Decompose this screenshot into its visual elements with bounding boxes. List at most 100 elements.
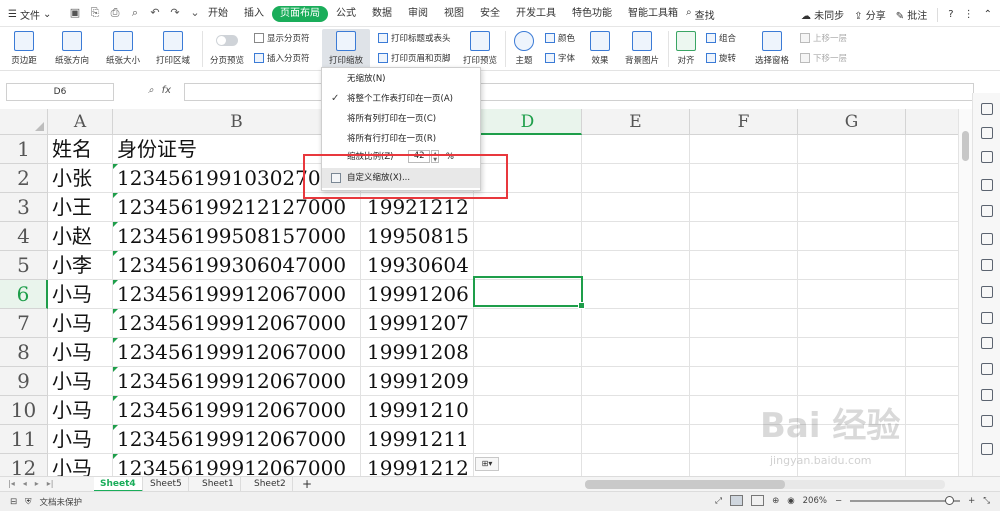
properties-icon[interactable] — [981, 286, 993, 298]
zoom-out-icon[interactable]: − — [835, 496, 842, 506]
status-settings-icon[interactable]: ⊟ — [10, 497, 17, 507]
table-cell[interactable]: 小马 — [48, 425, 113, 454]
more-options-icon[interactable]: ⋮ — [964, 9, 974, 20]
tab-home[interactable]: 开始 — [200, 6, 236, 22]
sheet-tab-sheet4[interactable]: Sheet4 — [94, 477, 143, 492]
orientation-button[interactable]: 纸张方向 — [48, 31, 96, 66]
next-sheet-icon[interactable]: ▸ — [35, 479, 39, 488]
menu-item-fit-sheet[interactable]: ✓ 将整个工作表打印在一页(A) — [322, 89, 480, 109]
table-cell[interactable] — [906, 396, 958, 425]
column-header-f[interactable]: F — [690, 109, 798, 135]
margins-button[interactable]: 页边距 — [7, 31, 41, 66]
table-cell[interactable]: 123456199912067000 — [113, 454, 361, 476]
menu-item-fit-columns[interactable]: 将所有列打印在一页(C) — [322, 109, 480, 129]
table-cell[interactable] — [690, 135, 798, 164]
table-cell[interactable] — [582, 251, 690, 280]
page-break-preview-button[interactable]: 分页预览 — [207, 31, 247, 66]
table-cell[interactable] — [690, 193, 798, 222]
table-cell[interactable] — [906, 280, 958, 309]
table-cell[interactable] — [690, 222, 798, 251]
table-cell[interactable]: 小王 — [48, 193, 113, 222]
tab-page-layout[interactable]: 页面布局 — [272, 6, 328, 22]
tab-view[interactable]: 视图 — [436, 6, 472, 22]
selection-pane-button[interactable]: 选择窗格 — [752, 31, 792, 66]
select-cursor-icon[interactable] — [981, 103, 993, 115]
sync-button[interactable]: ☁ 未同步 — [801, 7, 844, 22]
expand-icon[interactable]: ⤡ — [983, 496, 990, 506]
fill-icon[interactable] — [981, 151, 993, 163]
row-header[interactable]: 12 — [0, 454, 48, 476]
prev-sheet-icon[interactable]: ◂ — [23, 479, 27, 488]
colors-button[interactable]: 颜色 — [545, 32, 575, 44]
table-cell[interactable] — [582, 454, 690, 476]
table-cell[interactable] — [582, 222, 690, 251]
table-cell[interactable]: 123456199912067000 — [113, 396, 361, 425]
table-cell[interactable] — [582, 309, 690, 338]
table-cell[interactable] — [798, 193, 906, 222]
table-cell[interactable] — [906, 367, 958, 396]
table-cell[interactable]: 19991207 — [361, 309, 474, 338]
group-button[interactable]: 组合 — [706, 32, 736, 44]
collapse-ribbon-icon[interactable]: ⌃ — [984, 9, 992, 20]
table-cell[interactable] — [906, 164, 958, 193]
show-page-breaks-checkbox[interactable]: 显示分页符 — [254, 32, 310, 44]
page-break-toggle[interactable] — [216, 35, 238, 46]
align-button[interactable]: 对齐 — [672, 31, 700, 66]
table-cell[interactable]: 19991211 — [361, 425, 474, 454]
table-cell[interactable] — [798, 251, 906, 280]
table-cell[interactable] — [906, 338, 958, 367]
table-cell[interactable] — [474, 222, 582, 251]
print-titles-button[interactable]: 打印标题或表头 — [378, 32, 451, 44]
table-cell[interactable]: 小马 — [48, 396, 113, 425]
row-header[interactable]: 4 — [0, 222, 48, 251]
filter-icon[interactable] — [981, 205, 993, 217]
row-header[interactable]: 8 — [0, 338, 48, 367]
table-cell[interactable] — [906, 425, 958, 454]
table-cell[interactable]: 小马 — [48, 454, 113, 476]
table-cell[interactable] — [582, 193, 690, 222]
background-image-button[interactable]: 背景图片 — [620, 31, 664, 66]
table-cell[interactable] — [798, 309, 906, 338]
tab-data[interactable]: 数据 — [364, 6, 400, 22]
help-icon[interactable]: ? — [948, 9, 953, 20]
row-header[interactable]: 6 — [0, 280, 48, 309]
table-cell[interactable] — [690, 367, 798, 396]
table-cell[interactable] — [906, 135, 958, 164]
table-cell[interactable]: 123456199912067000 — [113, 280, 361, 309]
comment-button[interactable]: ✎ 批注 — [896, 7, 928, 22]
table-style-icon[interactable] — [981, 179, 993, 191]
table-cell[interactable] — [474, 338, 582, 367]
row-header[interactable]: 11 — [0, 425, 48, 454]
table-cell[interactable] — [582, 164, 690, 193]
table-cell[interactable] — [906, 309, 958, 338]
active-cell-d6[interactable] — [473, 276, 585, 309]
table-cell[interactable] — [690, 164, 798, 193]
table-cell[interactable] — [582, 396, 690, 425]
table-cell[interactable]: 19991209 — [361, 367, 474, 396]
row-header[interactable]: 1 — [0, 135, 48, 164]
paper-size-button[interactable]: 纸张大小 — [101, 31, 145, 66]
help-panel-icon[interactable] — [981, 443, 993, 455]
row-header[interactable]: 7 — [0, 309, 48, 338]
table-cell[interactable]: 小赵 — [48, 222, 113, 251]
table-cell[interactable] — [798, 222, 906, 251]
table-cell[interactable] — [690, 251, 798, 280]
table-cell[interactable] — [582, 338, 690, 367]
print-header-footer-button[interactable]: 打印页眉和页脚 — [378, 52, 451, 64]
table-cell[interactable] — [906, 454, 958, 476]
row-header[interactable]: 3 — [0, 193, 48, 222]
select-all-corner[interactable] — [0, 109, 48, 135]
last-sheet-icon[interactable]: ▸| — [47, 479, 54, 488]
horizontal-scrollbar[interactable] — [585, 480, 945, 489]
table-cell[interactable] — [474, 396, 582, 425]
first-sheet-icon[interactable]: |◂ — [8, 479, 15, 488]
sheet-tab-sheet1[interactable]: Sheet1 — [196, 477, 241, 492]
zoom-slider-knob[interactable] — [945, 495, 955, 505]
tab-features[interactable]: 特色功能 — [564, 6, 620, 22]
save-icon[interactable]: ▣ — [68, 6, 82, 20]
menu-item-fit-rows[interactable]: 将所有行打印在一页(R) — [322, 129, 480, 149]
table-cell[interactable]: 小张 — [48, 164, 113, 193]
tools-icon[interactable] — [981, 389, 993, 401]
table-cell[interactable] — [906, 222, 958, 251]
table-cell[interactable]: 19991208 — [361, 338, 474, 367]
